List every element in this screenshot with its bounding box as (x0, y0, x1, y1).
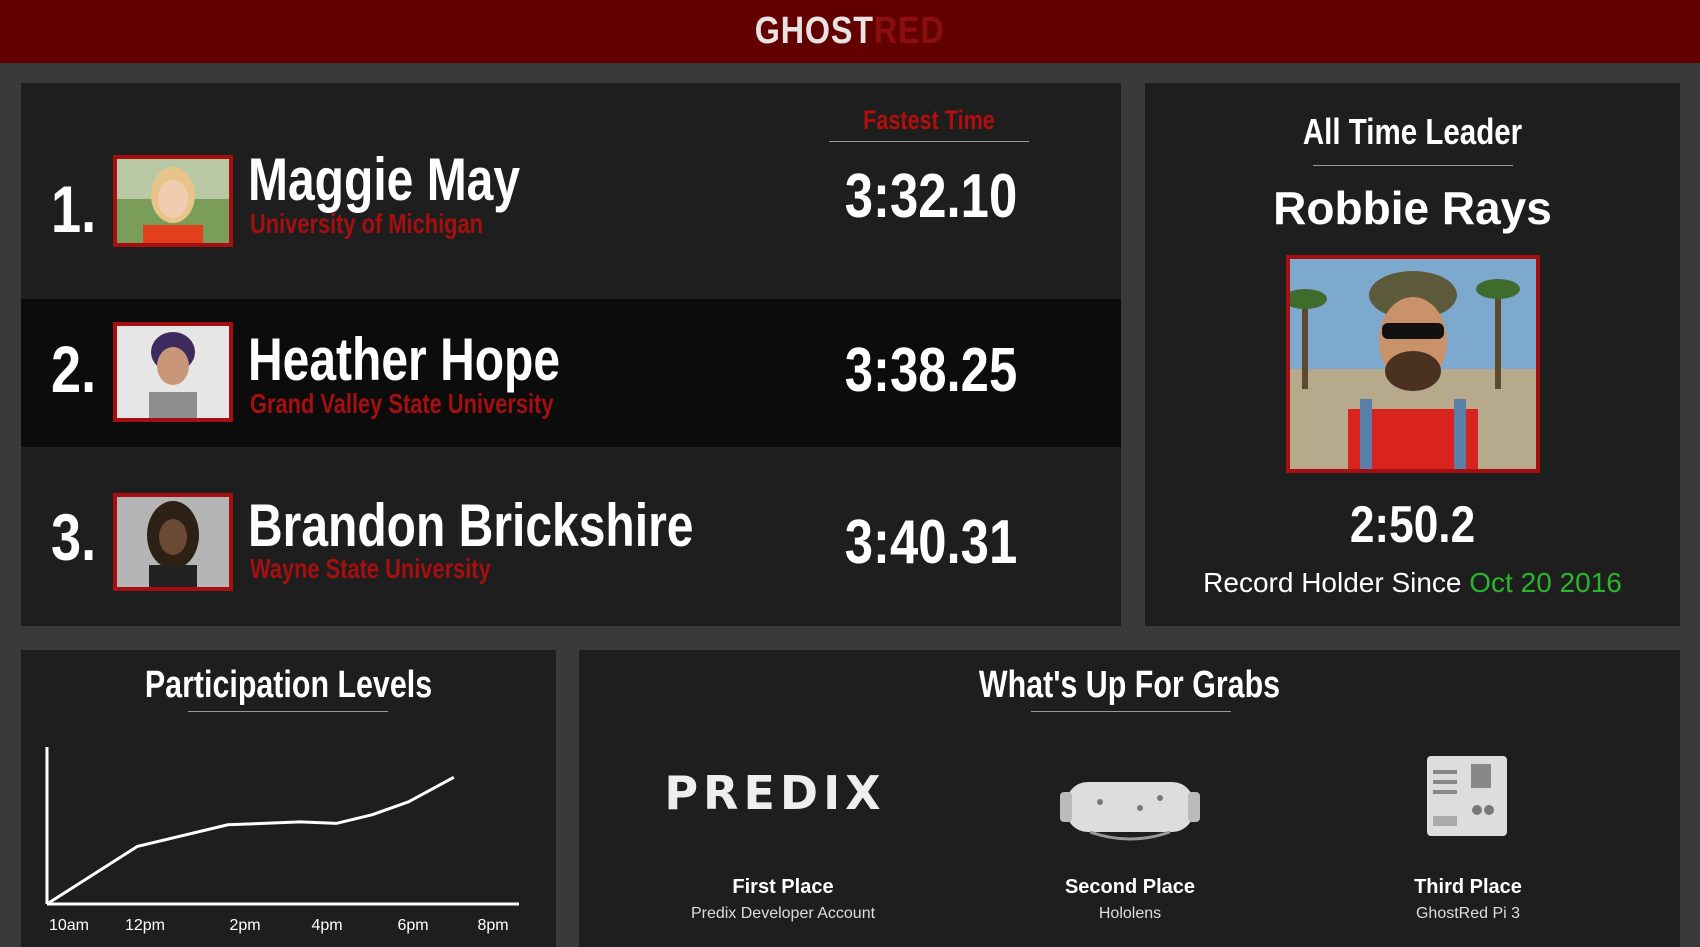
all-time-leader-panel: All Time Leader Robbie Rays 2:50.2 Recor… (1145, 83, 1680, 626)
x-tick-label: 2pm (229, 917, 260, 934)
player-school: Grand Valley State University (250, 388, 554, 419)
logo-red: RED (874, 10, 945, 52)
fastest-time-divider (829, 141, 1029, 142)
title-divider (1031, 711, 1231, 712)
x-tick-label: 12pm (125, 917, 165, 934)
player-name: Heather Hope (248, 326, 561, 393)
raspberry-pi-icon (1427, 756, 1507, 836)
prize-item: Hololens (1098, 905, 1162, 922)
record-holder-since: Record Holder Since Oct 20 2016 (1145, 567, 1680, 599)
player-time: 3:32.10 (844, 162, 1018, 231)
avatar (113, 322, 233, 422)
x-tick-label: 6pm (397, 917, 428, 934)
prize-place: Second Place (1064, 876, 1196, 898)
title-divider (1313, 165, 1513, 166)
player-time: 3:40.31 (844, 508, 1018, 577)
leader-avatar (1286, 255, 1540, 473)
x-tick-label: 8pm (477, 917, 508, 934)
top-bar: GHOSTRED (0, 0, 1700, 63)
ghostred-logo: GHOSTRED (755, 10, 945, 53)
participation-panel: Participation Levels 10am 12pm 2pm 4pm 6pm 8p… (21, 650, 556, 947)
since-date: Oct 20 2016 (1469, 567, 1622, 598)
leaderboard-panel: 1. Maggie May University of Michigan 3:3… (21, 83, 1121, 626)
leader-time: 2:50.2 (1349, 496, 1476, 554)
prize-item: GhostRed Pi 3 (1415, 905, 1521, 922)
avatar (113, 155, 233, 247)
player-school: Wayne State University (250, 553, 491, 584)
leaderboard-row-2: 2. Heather Hope Grand Valley State Unive… (21, 299, 1121, 447)
x-tick-label: 4pm (311, 917, 342, 934)
participation-line (46, 775, 455, 906)
leaderboard-row-3: 3. Brandon Brickshire Wayne State Univer… (21, 447, 1121, 626)
player-time: 3:38.25 (844, 336, 1018, 405)
vr-headset-icon (1060, 782, 1200, 841)
predix-logo-icon: PREDIX (664, 766, 886, 820)
prize-item: Predix Developer Account (690, 905, 876, 922)
fastest-time-header: Fastest Time (863, 105, 995, 135)
x-tick-label: 10am (49, 917, 89, 934)
rank-number: 2. (51, 332, 97, 406)
rank-number: 1. (51, 172, 97, 246)
prizes-panel: What's Up For Grabs PREDIX First Place P… (579, 650, 1680, 947)
participation-chart: 10am 12pm 2pm 4pm 6pm 8pm (45, 747, 519, 934)
player-school: University of Michigan (250, 208, 484, 239)
avatar (113, 493, 233, 591)
prize-place: Third Place (1414, 876, 1522, 898)
player-name: Maggie May (248, 146, 521, 213)
rank-number: 3. (51, 500, 97, 574)
prize-place: First Place (732, 876, 834, 898)
leader-name: Robbie Rays (1273, 182, 1552, 234)
since-label: Record Holder Since (1203, 567, 1462, 598)
logo-ghost: GHOST (755, 10, 875, 52)
all-time-leader-title: All Time Leader (1302, 111, 1523, 152)
prizes-title: What's Up For Grabs (978, 664, 1281, 706)
player-name: Brandon Brickshire (248, 492, 694, 559)
